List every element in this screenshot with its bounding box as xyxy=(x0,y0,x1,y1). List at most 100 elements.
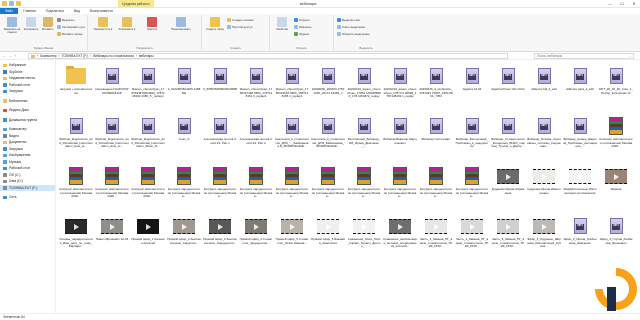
file-item[interactable]: Конгресс пародонтологии (осложнения) Мос… xyxy=(166,162,202,212)
move-to-button[interactable]: Переместить в xyxy=(92,17,114,31)
new-folder-icon[interactable] xyxy=(16,1,21,6)
folder-icon[interactable] xyxy=(2,1,7,6)
file-item[interactable]: Прямой эфир_5 стоматолог_Юлия Зимина... xyxy=(274,212,310,262)
file-item[interactable]: Конгресс имплантологии (осложнения) Моск… xyxy=(598,112,634,162)
file-item[interactable]: Кудденко Ирина Абрамовна xyxy=(490,162,526,212)
search-input[interactable]: Поиск: вебинары ⌕ xyxy=(534,53,634,59)
file-item[interactable]: MP4 Alfacore full_4_edit xyxy=(526,62,562,112)
file-item[interactable]: Конгресс пародонтологии (осложнения) Мос… xyxy=(274,162,310,212)
file-item[interactable]: MP4 (переведено ГНАТОЛОГИЯ ВЕБИНАР xyxy=(94,62,130,112)
file-item[interactable]: Сравнение_имплантации_методик_оперирован… xyxy=(382,212,418,262)
file-item[interactable]: MP4 Вебинар Гистографт xyxy=(418,112,454,162)
close-button[interactable]: ✕ xyxy=(628,0,640,8)
file-item[interactable]: MP4 DPT_20_04_20_Cole_1_Perfop_kimmimatic… xyxy=(598,62,634,112)
paste-button[interactable]: Вставить xyxy=(40,17,56,31)
file-item[interactable]: Сравнение_Alveo_Tech_Implant_System_Докт… xyxy=(346,212,382,262)
file-item[interactable]: MP4 20200419_kanen_chevoshyan_17853 41504… xyxy=(346,62,382,112)
easy-access-button[interactable]: Простой доступ xyxy=(227,25,252,29)
file-item[interactable]: MP4 Вебинар Вевелин Марцинкевич xyxy=(382,112,418,162)
file-item[interactable]: Конгресс имплантологии (осложнения) Моск… xyxy=(58,162,94,212)
file-item[interactable]: MP4 Эфир_2_Ирина_Гребенкина_Шевченко xyxy=(562,212,598,262)
file-item[interactable]: MP4 3kanen_chevoshyan_1787294870604906_17… xyxy=(130,62,166,112)
file-item[interactable]: MP4 Вебинар_Семен_Шершак_Проблемы_реставр… xyxy=(562,112,598,162)
file-item[interactable]: MP4 Algebra 16.04 xyxy=(454,62,490,112)
forward-arrow-icon[interactable]: → xyxy=(8,53,12,58)
file-item[interactable]: Кудденко Ирина Иммлорацию xyxy=(526,162,562,212)
file-item[interactable]: MP4 3kanen_chevoshyan_1768437468 0584_178… xyxy=(238,62,274,112)
history-button[interactable]: Журнал xyxy=(294,32,309,36)
file-item[interactable]: Часть_3_Замена_ПГ_врачи_стоматологов_ТРИ… xyxy=(490,212,526,262)
properties-button[interactable]: Свойства xyxy=(273,17,291,31)
file-item[interactable]: MP4 Algebra Pusso VIC Clinic xyxy=(490,62,526,112)
file-item[interactable]: MP4 Webinar_Ergonomics_and_Periodontal_In… xyxy=(94,112,130,162)
new-folder-button[interactable]: Создать папку xyxy=(205,17,225,31)
file-item[interactable]: Междбиптельные Имплантация (осложнения) xyxy=(562,162,598,212)
back-arrow-icon[interactable]: ← xyxy=(2,53,6,58)
file-item[interactable]: Конгресс имплантологии (осложнения) Моск… xyxy=(94,162,130,212)
file-item[interactable]: MP4 Webinar_Ergonomics_and_Periodontal_In… xyxy=(130,112,166,162)
file-item[interactable]: Конгресс пародонтологии (осложнения) Мос… xyxy=(310,162,346,212)
file-item[interactable]: MP4 Бесплатный_Вебинар_ИИ_Ирина_Демченко_… xyxy=(346,112,382,162)
file-item[interactable]: Часть_1_Замена_ПГ_врачи_стоматологов_ТРИ… xyxy=(418,212,454,262)
select-all-button[interactable]: Выделить все xyxy=(337,18,360,22)
nav-item[interactable]: Сеть xyxy=(0,194,55,201)
paste-shortcut-button[interactable]: Вставить ярлык xyxy=(57,32,82,36)
file-item[interactable]: MP4 Webinar_Ergonomics_and_Periodontal_In… xyxy=(58,112,94,162)
file-item[interactable]: MP4 20200426_d_recherche_1787294 72897_15… xyxy=(418,62,454,112)
file-item[interactable]: MP4 2_50503528090462258B xyxy=(202,62,238,112)
file-item[interactable]: MP4 Альтернатива против Covid-19. Part 2 xyxy=(238,112,274,162)
file-item[interactable]: MP4 Вебинар_Попова_Адгезивные_системы_Кор… xyxy=(526,112,562,162)
file-item[interactable]: Конгресс пародонтологии (осложнения) Мос… xyxy=(202,162,238,212)
file-item[interactable]: Конгресс пародонтологии (осложнения) Мос… xyxy=(382,162,418,212)
breadcrumb-computer[interactable]: Компьютер xyxy=(40,54,57,58)
file-item[interactable]: Конгресс пародонтологии (осложнения) Мос… xyxy=(238,162,274,212)
file-item[interactable]: Павел Ярошевич 12.04 xyxy=(94,212,130,262)
file-item[interactable]: Прямой эфир_3 Анатомическое_Эндодонтия..… xyxy=(202,212,238,262)
file-item[interactable]: MP4 Анестезия_в_стоматологии_ДГМ_Бабахано… xyxy=(310,112,346,162)
open-button[interactable]: Открыть xyxy=(294,18,310,22)
copy-path-button[interactable]: Скопировать путь xyxy=(57,25,85,29)
cut-button[interactable]: Вырезать xyxy=(57,18,74,22)
file-item[interactable]: Конгресс пародонтологии (осложнения) Мос… xyxy=(346,162,382,212)
file-item[interactable]: MP4 Эфир_3_Глухов_Рыбакова_Ярошевич xyxy=(598,212,634,262)
copy-to-button[interactable]: Копировать в xyxy=(116,17,138,31)
file-item[interactable]: Прямой эфир_2 Анатомическое_Хирургия... xyxy=(166,212,202,262)
file-item[interactable]: Конгресс пародонтологии (осложнения) Мос… xyxy=(418,162,454,212)
breadcrumb-parent-folder[interactable]: Вебинары по стоматологии xyxy=(93,54,134,58)
breadcrumb-drive[interactable]: TOSHIBA EXT (F:) xyxy=(62,54,89,58)
file-item[interactable]: Прямой эфир_1 Калинин Алексей xyxy=(130,212,166,262)
edit-button[interactable]: Изменить xyxy=(294,25,312,29)
file-item[interactable]: Основы_парадонтологии_Ваш_дети_по_теме_Б… xyxy=(58,212,94,262)
file-item[interactable]: Часть_2_Замена_ПГ_врачи_стоматологов_ТРИ… xyxy=(454,212,490,262)
minimize-button[interactable]: — xyxy=(604,0,616,8)
file-item[interactable]: Прямой эфир_6 Бажаева_Анастасия xyxy=(310,212,346,262)
properties-icon[interactable] xyxy=(9,1,14,6)
file-item[interactable]: MP4 2_3212963524325 41888fa xyxy=(166,62,202,112)
file-item[interactable]: MP4 3kanen_chevoshyan_1786324618 0584_158… xyxy=(274,62,310,112)
breadcrumb-current-folder[interactable]: вебинары xyxy=(139,54,154,58)
file-item[interactable]: Конгресс имплантологии (осложнения) Моск… xyxy=(130,162,166,212)
pin-button[interactable]: Закрепить на панели xyxy=(3,17,21,34)
file-item[interactable]: Марина xyxy=(598,162,634,212)
file-item[interactable]: MP4 Вебинар_Белоусовой_Проблемы_в_эндодон… xyxy=(454,112,490,162)
file-item[interactable]: MP4 Alfacore para_4_edit xyxy=(562,62,598,112)
delete-button[interactable]: Удалить xyxy=(142,17,162,31)
file-item[interactable]: MP4 zoom_0 xyxy=(166,112,202,162)
copy-button[interactable]: Копировать xyxy=(22,17,40,31)
select-none-button[interactable]: Снять выделение xyxy=(337,25,365,29)
file-item[interactable]: MP4 Альтернатива против Covid-19. Part 1 xyxy=(202,112,238,162)
up-arrow-icon[interactable]: ↑ xyxy=(14,53,16,58)
file-item[interactable]: Эфир_1_Кудденко_Ширяева_Имплантация_Куба… xyxy=(526,212,562,262)
file-item[interactable]: MP4 Вебинар_Стоматология_Концепция_ВНКО_С… xyxy=(490,112,526,162)
rename-button[interactable]: Переименовать xyxy=(166,17,196,31)
file-item[interactable]: MP4 10000000_206970 27521056_22174 63484_… xyxy=(310,62,346,112)
file-item[interactable]: Конгресс пародонтологии (осложнения) Мос… xyxy=(454,162,490,212)
file-item[interactable]: MP4 Анестезия_в_стоматологии_ДГМ_..._Баба… xyxy=(274,112,310,162)
invert-selection-button[interactable]: Обратить выделение xyxy=(337,32,370,36)
new-item-button[interactable]: Создать элемент xyxy=(227,18,254,22)
file-item[interactable]: MP4 20200419_kanen_chevoshyan_17873 6 005… xyxy=(382,62,418,112)
maximize-button[interactable]: ☐ xyxy=(616,0,628,8)
address-bar[interactable]: › Компьютер › TOSHIBA EXT (F:) › Вебинар… xyxy=(28,53,508,59)
file-item[interactable]: Прямой эфир_4 стоматолог_Эндодонтия... xyxy=(238,212,274,262)
file-item[interactable]: загрузки + имплантология xyxy=(58,62,94,112)
